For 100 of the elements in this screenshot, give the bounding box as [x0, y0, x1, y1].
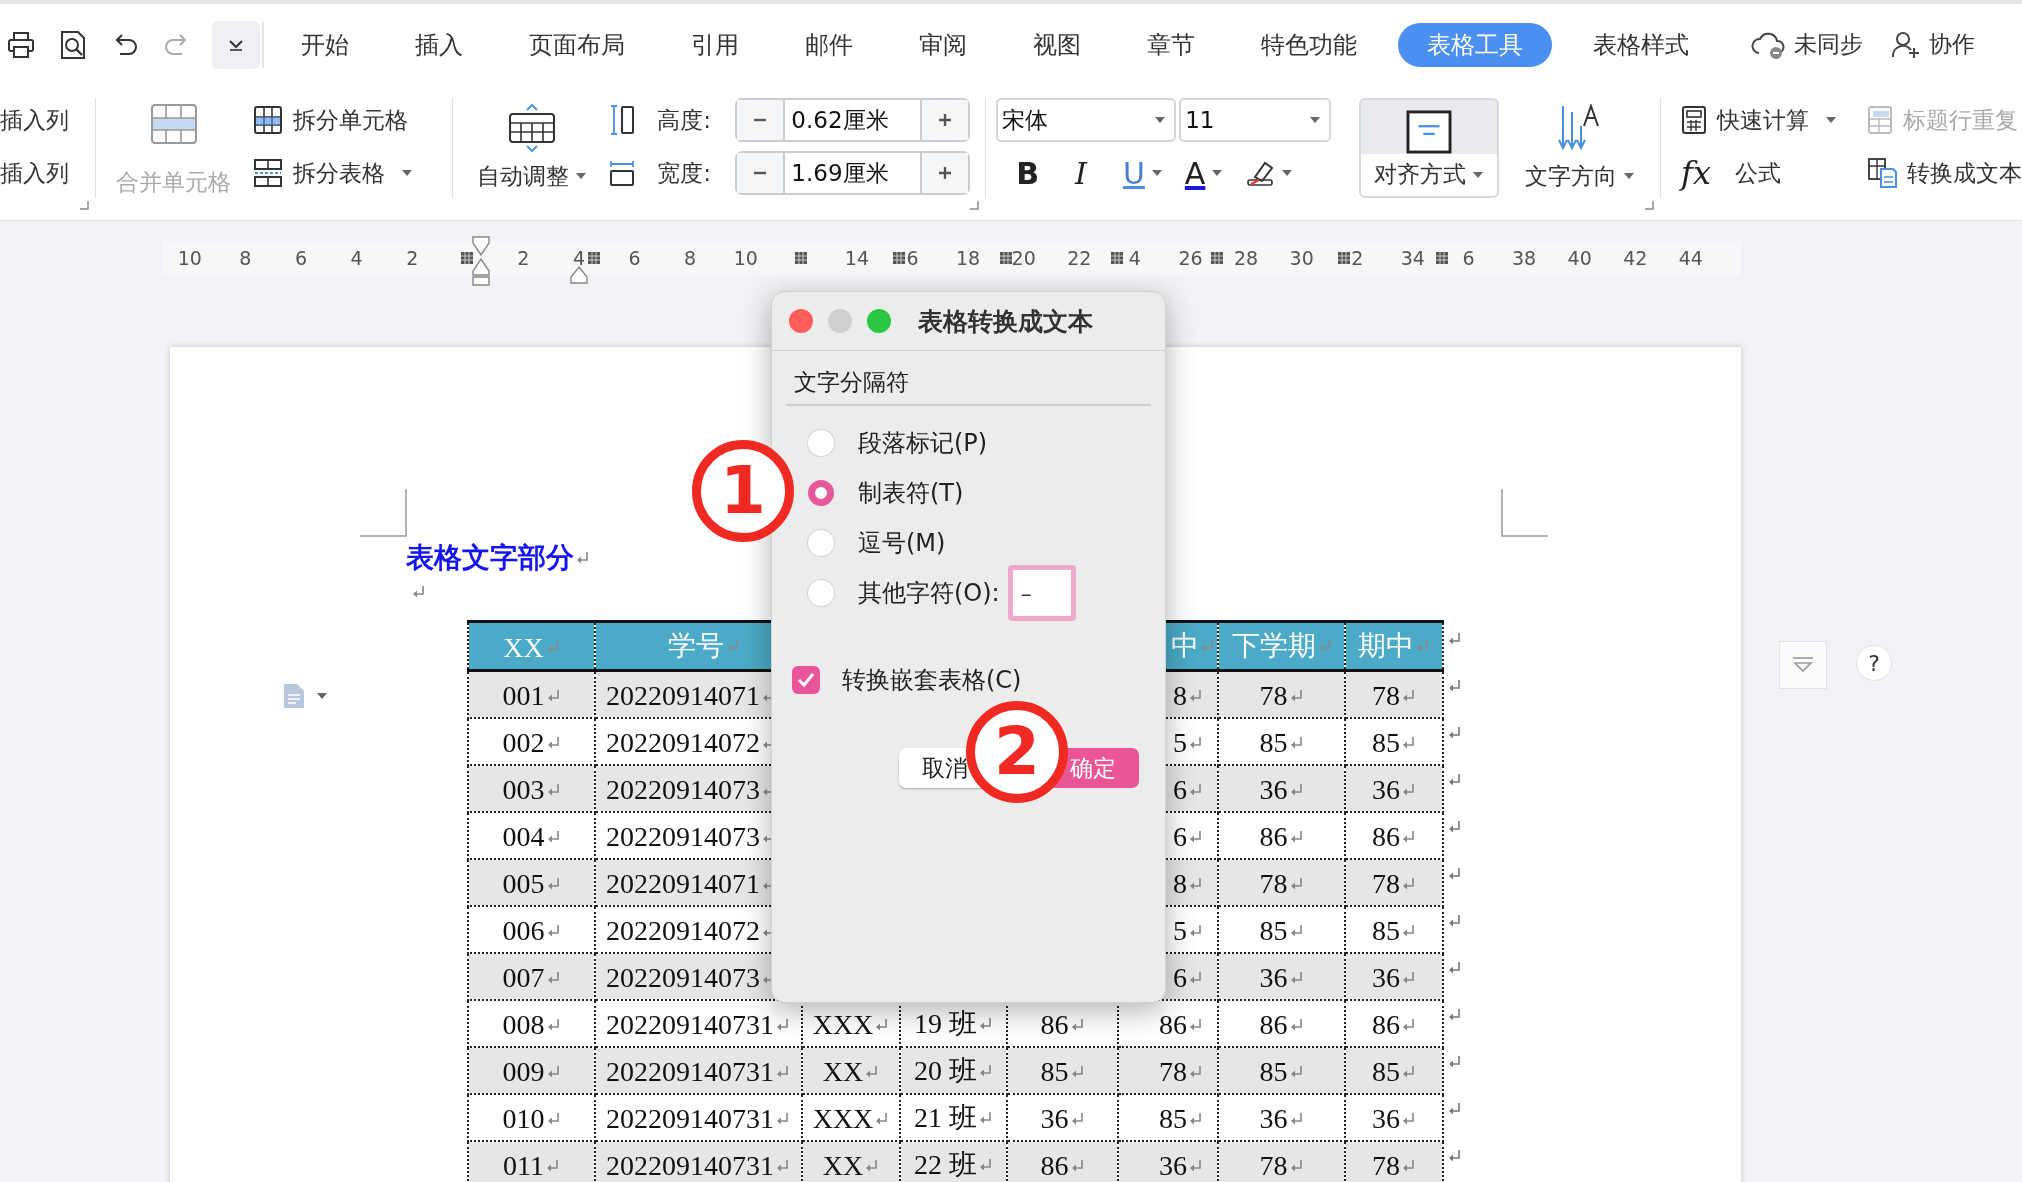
option-label[interactable]: 段落标记(P)	[858, 427, 988, 459]
radio-button[interactable]	[808, 430, 834, 456]
paragraph-mark-icon	[1289, 923, 1304, 938]
row-height-icon	[609, 104, 636, 136]
menu-tab[interactable]: 表格样式	[1560, 22, 1722, 67]
caret-icon	[1211, 169, 1224, 177]
ruler-number: 2	[1351, 247, 1364, 269]
cell-text: 20 班	[914, 1054, 977, 1086]
cell-text: 36	[1372, 961, 1400, 993]
split-cells-button[interactable]: 拆分单元格	[253, 98, 414, 142]
highlight-button[interactable]	[1245, 159, 1294, 187]
cell-text: XX	[822, 1149, 864, 1181]
help-button[interactable]: ?	[1856, 645, 1892, 681]
paragraph-mark-icon	[546, 829, 561, 844]
text-direction-button[interactable]: 文字方向	[1525, 98, 1636, 198]
indent-marker-icon[interactable]	[569, 265, 589, 285]
print-icon[interactable]	[6, 29, 36, 60]
ruler[interactable]: 10 8 6 4 2 2 4 6 8 10 14 6 18 20 22 4 26 28 30 2 34 6 38 40 42 44	[162, 241, 1741, 275]
quick-calculate-button[interactable]: 快速计算	[1681, 98, 1838, 142]
insert-column-button[interactable]: 插入列	[0, 98, 69, 142]
font-size-dropdown[interactable]: 11	[1179, 98, 1332, 142]
ruler-number: 8	[684, 247, 697, 269]
auto-fit-button[interactable]: 自动调整	[477, 98, 588, 198]
menu-tab[interactable]: 特色功能	[1228, 22, 1390, 67]
formula-symbol: fx	[1681, 154, 1711, 192]
paragraph-mark-icon	[1189, 735, 1203, 750]
cell-text: 003	[502, 773, 545, 805]
print-preview-icon[interactable]	[58, 29, 88, 60]
italic-button[interactable]: I	[1061, 155, 1101, 191]
close-button[interactable]	[789, 309, 813, 333]
width-stepper[interactable]: 1.69厘米	[735, 151, 971, 195]
formula-button[interactable]: fx 公式	[1681, 151, 1838, 195]
menu-tab[interactable]: 引用	[658, 22, 772, 67]
menu-tab[interactable]: 页面布局	[496, 22, 658, 67]
column-marker-icon[interactable]	[999, 251, 1013, 265]
menu-tab[interactable]: 章节	[1114, 22, 1228, 67]
sync-status-text[interactable]: 未同步	[1794, 29, 1863, 60]
paragraph-mark-icon	[546, 1111, 561, 1126]
indent-marker-icon[interactable]	[471, 235, 491, 287]
alignment-button[interactable]: 对齐方式	[1359, 98, 1500, 198]
menu-tab[interactable]: 审阅	[886, 22, 1000, 67]
paragraph-mark-icon	[576, 551, 590, 565]
paragraph-mark-icon	[979, 1016, 993, 1031]
character-field[interactable]: –	[1007, 565, 1076, 621]
cell-text: 004	[502, 820, 545, 852]
column-marker-icon[interactable]	[460, 251, 474, 265]
collaborate-button[interactable]: 协作	[1929, 29, 1975, 60]
paragraph-mark-icon	[1402, 688, 1416, 703]
caret-icon	[316, 692, 328, 700]
plus-icon[interactable]	[937, 112, 954, 128]
column-marker-icon[interactable]	[1110, 251, 1124, 265]
bold-button[interactable]: B	[1016, 155, 1040, 191]
menu-tab[interactable]: 邮件	[772, 22, 886, 67]
radio-button[interactable]	[808, 530, 834, 556]
cell-text: 78	[1372, 1149, 1400, 1181]
row-end-mark-icon	[1448, 1008, 1462, 1022]
caret-icon	[1825, 116, 1838, 124]
split-table-button[interactable]: 拆分表格	[253, 151, 414, 195]
option-label[interactable]: 制表符(T)	[858, 477, 964, 509]
ruler-number: 10	[733, 247, 758, 269]
column-marker-icon[interactable]	[892, 251, 906, 265]
ruler-number: 6	[906, 247, 919, 269]
checkbox[interactable]	[792, 666, 820, 694]
crop-mark-icon	[360, 489, 408, 537]
font-name-dropdown[interactable]: 宋体	[996, 98, 1177, 142]
column-marker-icon[interactable]	[794, 251, 808, 265]
underline-button[interactable]: U	[1122, 155, 1163, 191]
cell-text: 78	[1259, 1149, 1288, 1181]
column-marker-icon[interactable]	[587, 251, 601, 265]
option-label[interactable]: 逗号(M)	[858, 527, 946, 559]
caret-icon	[1281, 169, 1294, 177]
customize-toolbar-button[interactable]	[212, 20, 260, 69]
font-color-button[interactable]: A	[1184, 155, 1224, 191]
cell-text: 85	[1159, 1102, 1187, 1134]
menu-tab[interactable]: 插入	[382, 22, 496, 67]
document-menu-button[interactable]	[282, 682, 328, 710]
radio-button[interactable]	[808, 480, 834, 506]
cell-text: 78	[1372, 867, 1400, 899]
paragraph-mark-icon	[875, 1111, 890, 1126]
cell-text: 20220914071	[606, 679, 760, 711]
column-marker-icon[interactable]	[1210, 251, 1224, 265]
plus-icon[interactable]	[937, 165, 954, 181]
paragraph-mark-icon	[1289, 1017, 1304, 1032]
paragraph-mark-icon	[1402, 1158, 1416, 1173]
paragraph-mark-icon	[725, 639, 740, 653]
radio-button[interactable]	[808, 580, 834, 606]
table-fit-icon	[508, 104, 557, 152]
menu-tab[interactable]: 开始	[268, 22, 382, 67]
paragraph-mark-icon	[1189, 923, 1203, 938]
convert-to-text-button[interactable]: 转换成文本	[1867, 151, 2022, 195]
option-label[interactable]: 其他字符(O):	[858, 577, 1000, 609]
insert-column-button[interactable]: 插入列	[0, 151, 69, 195]
menu-tab[interactable]: 视图	[1000, 22, 1114, 67]
column-marker-icon[interactable]	[1337, 251, 1351, 265]
paragraph-mark-icon	[546, 688, 561, 703]
height-stepper[interactable]: 0.62厘米	[735, 98, 971, 142]
cell-text: 6	[1173, 961, 1187, 993]
checkbox-label[interactable]: 转换嵌套表格(C)	[842, 664, 1022, 696]
paragraph-mark-icon	[1317, 639, 1332, 653]
column-marker-icon[interactable]	[1435, 251, 1449, 265]
